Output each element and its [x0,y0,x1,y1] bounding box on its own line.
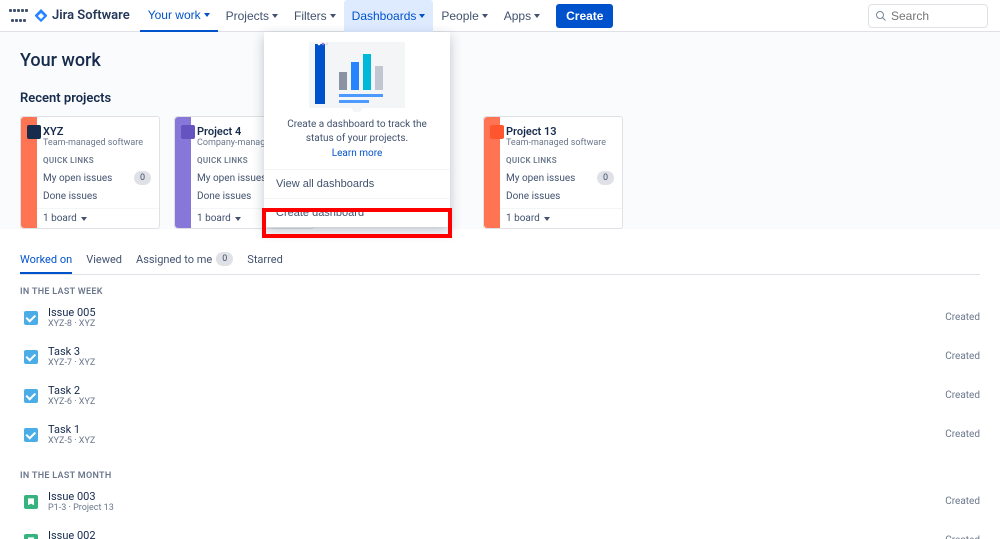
quick-links-label: Quick links [43,156,151,165]
top-nav: Jira Software Your work Projects Filters… [0,0,1000,32]
issue-row[interactable]: Issue 005 XYZ-8 · XYZ Created [20,303,980,342]
issue-title: Task 1 [48,423,945,436]
chevron-down-icon [330,14,336,18]
issue-row[interactable]: Issue 002 P1-2 · Project 13 Created [20,526,980,539]
tab-assigned[interactable]: Assigned to me0 [136,246,233,274]
issue-groups: IN THE LAST WEEK Issue 005 XYZ-8 · XYZ C… [20,287,980,539]
task-icon [24,428,38,442]
task-icon [24,311,38,325]
project-name: XYZ [43,125,151,138]
nav-dashboards[interactable]: Dashboards [344,0,434,32]
chevron-down-icon [204,13,210,17]
task-icon [24,350,38,364]
issue-title: Task 3 [48,345,945,358]
issue-meta: XYZ-8 · XYZ [48,319,945,330]
search-icon [875,10,887,22]
issue-meta: XYZ-5 · XYZ [48,436,945,447]
issue-meta: XYZ-6 · XYZ [48,397,945,408]
search-box[interactable] [868,4,988,28]
issue-title: Issue 003 [48,490,945,503]
open-count-badge: 0 [597,171,614,185]
tab-viewed[interactable]: Viewed [86,247,122,274]
chevron-down-icon [482,14,488,18]
open-issues-link[interactable]: My open issues0 [506,171,614,185]
issue-title: Issue 002 [48,529,945,539]
issue-title: Issue 005 [48,306,945,319]
nav-projects[interactable]: Projects [218,0,286,32]
jira-icon [34,9,48,23]
issue-status: Created [945,312,980,323]
nav-your-work[interactable]: Your work [140,0,218,32]
done-issues-link[interactable]: Done issues [43,191,151,202]
search-input[interactable] [891,9,971,23]
issue-status: Created [945,496,980,507]
dashboard-illustration [264,32,450,118]
issue-meta: P1-3 · Project 13 [48,503,945,514]
tab-worked-on[interactable]: Worked on [20,247,72,274]
open-count-badge: 0 [134,171,151,185]
brand-text: Jira Software [52,8,130,23]
open-issues-link[interactable]: My open issues0 [43,171,151,185]
project-avatar-icon [27,125,41,139]
project-card[interactable]: Project 13 Team-managed software Quick l… [483,116,623,229]
issue-meta: XYZ-7 · XYZ [48,358,945,369]
chevron-down-icon [81,217,87,221]
group-label: IN THE LAST WEEK [20,287,980,297]
issue-status: Created [945,535,980,539]
group-label: IN THE LAST MONTH [20,471,980,481]
issue-status: Created [945,351,980,362]
issue-status: Created [945,390,980,401]
issue-row[interactable]: Task 2 XYZ-6 · XYZ Created [20,381,980,420]
story-icon [24,534,38,539]
nav-filters[interactable]: Filters [286,0,344,32]
chevron-down-icon [272,14,278,18]
project-type: Team-managed software [506,138,614,148]
nav-people[interactable]: People [433,0,495,32]
issue-title: Task 2 [48,384,945,397]
nav-apps[interactable]: Apps [496,0,548,32]
tab-starred[interactable]: Starred [247,247,283,274]
learn-more-link[interactable]: Learn more [264,148,450,169]
recent-projects-title: Recent projects [20,91,980,106]
chevron-down-icon [544,217,550,221]
create-dashboard[interactable]: Create dashboard [264,198,450,227]
story-icon [24,495,38,509]
issue-row[interactable]: Task 3 XYZ-7 · XYZ Created [20,342,980,381]
project-avatar-icon [490,125,504,139]
work-list-area: Worked on Viewed Assigned to me0 Starred… [0,229,1000,539]
dashboards-dropdown: Create a dashboard to track the status o… [264,32,450,227]
project-card[interactable]: XYZ Team-managed software Quick links My… [20,116,160,229]
page-header-area: Your work Recent projects XYZ Team-manag… [0,32,1000,229]
chevron-down-icon [419,14,425,18]
work-tabs: Worked on Viewed Assigned to me0 Starred [20,246,980,275]
issue-status: Created [945,429,980,440]
page-title: Your work [20,50,980,71]
issue-row[interactable]: Issue 003 P1-3 · Project 13 Created [20,487,980,526]
board-selector[interactable]: 1 board [484,208,622,228]
project-type: Team-managed software [43,138,151,148]
project-avatar-icon [181,125,195,139]
view-all-dashboards[interactable]: View all dashboards [264,169,450,198]
create-button[interactable]: Create [556,4,613,28]
done-issues-link[interactable]: Done issues [506,191,614,202]
board-selector[interactable]: 1 board [21,208,159,228]
project-cards: XYZ Team-managed software Quick links My… [20,116,980,229]
app-switcher-icon[interactable] [8,6,28,26]
chevron-down-icon [534,14,540,18]
dropdown-description: Create a dashboard to track the status o… [264,118,450,148]
jira-logo[interactable]: Jira Software [34,8,130,23]
quick-links-label: Quick links [506,156,614,165]
issue-row[interactable]: Task 1 XYZ-5 · XYZ Created [20,420,980,459]
project-name: Project 13 [506,125,614,138]
task-icon [24,389,38,403]
chevron-down-icon [235,217,241,221]
assigned-count-badge: 0 [216,252,233,266]
